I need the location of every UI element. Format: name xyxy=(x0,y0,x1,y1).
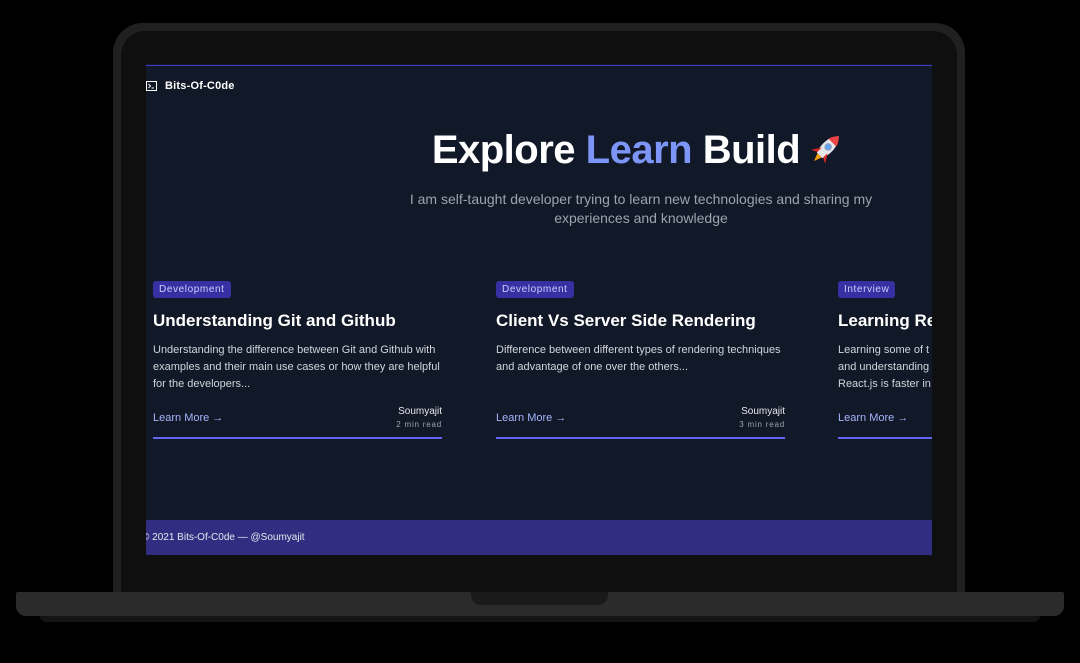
card-footer: Learn More → xyxy=(838,406,932,439)
navbar: Bits-Of-C0de xyxy=(146,76,235,96)
card-title[interactable]: Client Vs Server Side Rendering xyxy=(496,311,785,331)
rocket-icon xyxy=(811,136,839,164)
author-info: Soumyajit 2 min read xyxy=(396,406,442,429)
browser-viewport: Bits-Of-C0de Explore Learn Build I am se… xyxy=(146,64,932,555)
card-title[interactable]: Understanding Git and Github xyxy=(153,311,442,331)
category-badge[interactable]: Development xyxy=(153,281,231,298)
laptop-notch xyxy=(471,592,608,605)
top-accent-line xyxy=(146,65,932,66)
hero-title: Explore Learn Build xyxy=(146,128,932,173)
blog-card: Interview Learning Rea Learning some of … xyxy=(838,279,932,439)
laptop-base-shadow xyxy=(40,616,1040,622)
site-footer: © 2021 Bits-Of-C0de — @Soumyajit xyxy=(146,520,932,555)
hero-title-accent: Learn xyxy=(585,128,693,172)
learn-more-link[interactable]: Learn More → xyxy=(496,412,566,424)
terminal-icon xyxy=(146,81,157,91)
hero-subtitle: I am self-taught developer trying to lea… xyxy=(409,191,873,226)
author-info: Soumyajit 3 min read xyxy=(739,406,785,429)
author-name: Soumyajit xyxy=(741,406,785,417)
card-footer: Learn More → Soumyajit 3 min read xyxy=(496,406,785,439)
card-description: Difference between different types of re… xyxy=(496,344,781,373)
hero-title-part2: Build xyxy=(692,128,801,172)
brand-link[interactable]: Bits-Of-C0de xyxy=(165,80,235,92)
card-footer: Learn More → Soumyajit 2 min read xyxy=(153,406,442,439)
card-description: Understanding the difference between Git… xyxy=(153,344,440,390)
read-time: 3 min read xyxy=(739,420,785,429)
blog-card: Development Client Vs Server Side Render… xyxy=(496,279,785,439)
author-name: Soumyajit xyxy=(398,406,442,417)
category-badge[interactable]: Interview xyxy=(838,281,896,298)
card-title[interactable]: Learning Rea xyxy=(838,311,932,331)
hero-title-part1: Explore xyxy=(431,128,586,172)
learn-more-link[interactable]: Learn More → xyxy=(838,412,908,424)
card-description: Learning some of t and understanding Rea… xyxy=(838,344,931,390)
blog-card: Development Understanding Git and Github… xyxy=(153,279,442,439)
footer-copyright: © 2021 Bits-Of-C0de — @Soumyajit xyxy=(146,532,305,543)
read-time: 2 min read xyxy=(396,420,442,429)
learn-more-link[interactable]: Learn More → xyxy=(153,412,223,424)
category-badge[interactable]: Development xyxy=(496,281,574,298)
